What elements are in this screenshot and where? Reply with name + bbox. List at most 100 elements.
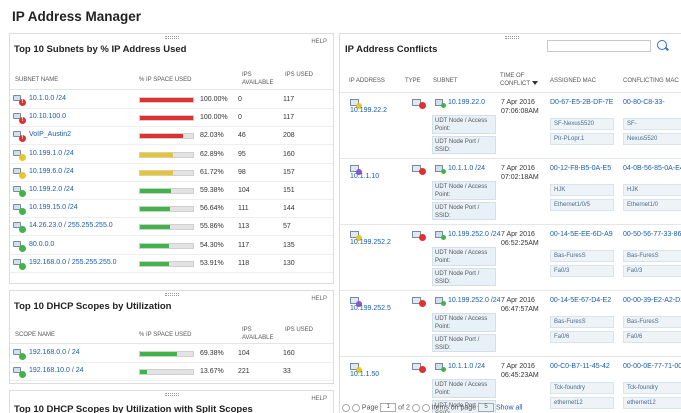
assigned-device[interactable]: Bas-FuresS: [550, 316, 614, 328]
table-row[interactable]: 10.199.2.0 /24 59.38% 104 151: [10, 182, 333, 200]
col-ips-used[interactable]: IPS USED: [285, 326, 315, 334]
col-conflicting-mac[interactable]: CONFLICTING MAC: [623, 77, 679, 85]
help-link[interactable]: HELP: [311, 296, 327, 302]
col-ip-address[interactable]: IP ADDRESS: [349, 77, 385, 85]
table-row[interactable]: 192.168.10.0 / 24 13.67% 221 33: [10, 363, 333, 382]
col-ip-space[interactable]: % IP SPACE USED: [139, 76, 191, 84]
drag-handle[interactable]: [164, 293, 179, 296]
next-page-button[interactable]: [411, 403, 420, 412]
assigned-port[interactable]: Fa0/3: [550, 265, 614, 277]
help-link[interactable]: HELP: [311, 39, 327, 45]
ip-address-link[interactable]: 10.1.1.10: [350, 173, 379, 180]
col-scope-name[interactable]: SCOPE NAME: [15, 331, 55, 339]
conflict-row[interactable]: 10.199.252.5 10.199.252.0 /24 UDT Node / A…: [340, 291, 681, 357]
prev-page-button[interactable]: [351, 403, 360, 412]
show-all-link[interactable]: Show all: [496, 404, 522, 411]
col-assigned-mac[interactable]: ASSIGNED MAC: [550, 77, 596, 85]
conflict-row[interactable]: 10.199.252.2 10.199.252.0 /24 UDT Node / A…: [340, 225, 681, 291]
conflicting-mac-link[interactable]: 00-00-0E-77-71-00: [623, 363, 681, 371]
table-row[interactable]: 80.0.0.0 54.30% 117 135: [10, 237, 333, 255]
items-input[interactable]: 5: [478, 403, 495, 412]
assigned-device[interactable]: Tck-foundry: [550, 382, 614, 394]
drag-handle[interactable]: [505, 36, 519, 39]
drag-handle[interactable]: [164, 36, 179, 39]
search-input[interactable]: [547, 40, 651, 52]
assigned-mac-link[interactable]: D0-67-E5-2B-DF-7E: [550, 99, 616, 107]
row-name-link[interactable]: 192.168.0.0 / 24: [29, 349, 80, 356]
conflicting-device[interactable]: Bas-FuresS: [623, 316, 681, 328]
row-name-link[interactable]: 14.26.23.0 / 255.255.255.0: [29, 222, 113, 229]
assigned-device[interactable]: Bas-FuresS: [550, 250, 614, 262]
row-name-link[interactable]: VoIP_Austin2: [29, 131, 71, 138]
row-name-link[interactable]: 10.199.6.0 /24: [29, 168, 74, 175]
last-page-button[interactable]: [421, 403, 430, 412]
col-ip-space[interactable]: % IP SPACE USED: [139, 331, 191, 339]
col-ips-available[interactable]: IPS AVAILABLE: [242, 326, 282, 342]
conflicting-mac-link[interactable]: 00-80-C8-33-: [623, 99, 681, 107]
assigned-mac-link[interactable]: 00-12-F8-B5-0A-E5: [550, 165, 616, 173]
assigned-port[interactable]: Fa0/6: [550, 331, 614, 343]
assigned-port[interactable]: PIr-PLopr.1: [550, 133, 614, 145]
conflicting-port[interactable]: Ethernet1/0: [623, 199, 681, 211]
col-type[interactable]: TYPE: [405, 77, 421, 85]
conflicting-port[interactable]: ethernet12: [623, 397, 681, 409]
conflicting-port[interactable]: Nexus5520: [623, 133, 681, 145]
table-row[interactable]: ! 10.1.0.0 /24 100.00% 0 117: [10, 91, 333, 109]
col-subnet-name[interactable]: SUBNET NAME: [15, 76, 58, 84]
first-page-button[interactable]: [342, 403, 350, 412]
usage-bar-fill: [140, 370, 148, 375]
ip-address-link[interactable]: 10.199.252.5: [350, 305, 391, 312]
conflicting-device[interactable]: Bas-FuresS: [623, 250, 681, 262]
drag-handle[interactable]: [164, 393, 179, 396]
conflicting-mac-link[interactable]: 00-50-56-77-33-86: [623, 231, 681, 239]
col-ips-available[interactable]: IPS AVAILABLE: [242, 71, 282, 87]
row-name-link[interactable]: 10.10.100.0: [29, 113, 66, 120]
row-name-link[interactable]: 192.168.10.0 / 24: [29, 367, 84, 374]
subnet-link[interactable]: 10.199.252.0 /24: [448, 231, 501, 238]
assigned-device[interactable]: SF-Nexus5520: [550, 118, 614, 130]
conflicting-mac-link[interactable]: 00-00-39-E2-A2-D2: [623, 297, 681, 305]
assigned-device[interactable]: HJK: [550, 184, 614, 196]
assigned-mac-link[interactable]: 00-14-5E-67-D4-E2: [550, 297, 616, 305]
col-ips-used[interactable]: IPS USED: [285, 71, 315, 79]
subnet-link[interactable]: 10.199.252.0 /24: [448, 297, 501, 304]
search-icon[interactable]: [657, 40, 667, 50]
subnet-link[interactable]: 10.1.1.0 /24: [448, 363, 485, 370]
assigned-port[interactable]: ethernet12: [550, 397, 614, 409]
assigned-mac-link[interactable]: 00-C0-B7-11-45-42: [550, 363, 616, 371]
conflicting-mac-link[interactable]: 04-0B-56-85-0A-E4: [623, 165, 681, 173]
help-link[interactable]: HELP: [311, 396, 327, 402]
row-name-link[interactable]: 80.0.0.0: [29, 241, 54, 248]
table-row[interactable]: 192.168.0.0 / 255.255.255.0 53.91% 118 130: [10, 255, 333, 273]
conflicting-device[interactable]: Tck-foundry: [623, 382, 681, 394]
ip-address-link[interactable]: 10.1.1.50: [350, 371, 379, 378]
row-name-link[interactable]: 192.168.0.0 / 255.255.255.0: [29, 259, 117, 266]
row-name-link[interactable]: 10.1.0.0 /24: [29, 95, 66, 102]
table-row[interactable]: ! 10.10.100.0 100.00% 0 117: [10, 109, 333, 128]
row-name-link[interactable]: 10.199.15.0 /24: [29, 204, 78, 211]
conflicting-device[interactable]: HJK: [623, 184, 681, 196]
table-row[interactable]: 192.168.0.0 / 24 69.38% 104 160: [10, 345, 333, 363]
conflict-row[interactable]: 10.1.1.10 10.1.1.0 /24 UDT Node / Access P…: [340, 159, 681, 225]
subnet-link[interactable]: 10.199.22.0: [448, 99, 485, 106]
ip-address-link[interactable]: 10.199.22.2: [350, 107, 387, 114]
table-row[interactable]: 10.199.15.0 /24 56.64% 111 144: [10, 200, 333, 219]
col-subnet[interactable]: SUBNET: [433, 77, 457, 85]
subnet-link[interactable]: 10.1.1.0 /24: [448, 165, 485, 172]
assigned-port[interactable]: Ethernet1/0/5: [550, 199, 614, 211]
conflicting-port[interactable]: Fa0/3: [623, 265, 681, 277]
ip-address-link[interactable]: 10.199.252.2: [350, 239, 391, 246]
conflicting-port[interactable]: Fa0/6: [623, 331, 681, 343]
assigned-mac-link[interactable]: 00-14-5E-EE-6D-A9: [550, 231, 616, 239]
table-row[interactable]: 10.199.6.0 /24 61.72% 98 157: [10, 164, 333, 182]
table-row[interactable]: 10.199.1.0 /24 62.89% 95 160: [10, 146, 333, 164]
col-time-of-conflict[interactable]: TIME OF CONFLICT: [500, 72, 540, 88]
table-row[interactable]: ! VoIP_Austin2 82.03% 46 208: [10, 127, 333, 146]
conflicting-device[interactable]: SF-: [623, 118, 681, 130]
subnet-icon: [435, 165, 446, 174]
row-name-link[interactable]: 10.199.1.0 /24: [29, 150, 74, 157]
page-input[interactable]: 1: [380, 403, 397, 412]
conflict-row[interactable]: 10.199.22.2 10.199.22.0 UDT Node / Access …: [340, 93, 681, 159]
row-name-link[interactable]: 10.199.2.0 /24: [29, 186, 74, 193]
table-row[interactable]: 14.26.23.0 / 255.255.255.0 55.86% 113 57: [10, 218, 333, 237]
